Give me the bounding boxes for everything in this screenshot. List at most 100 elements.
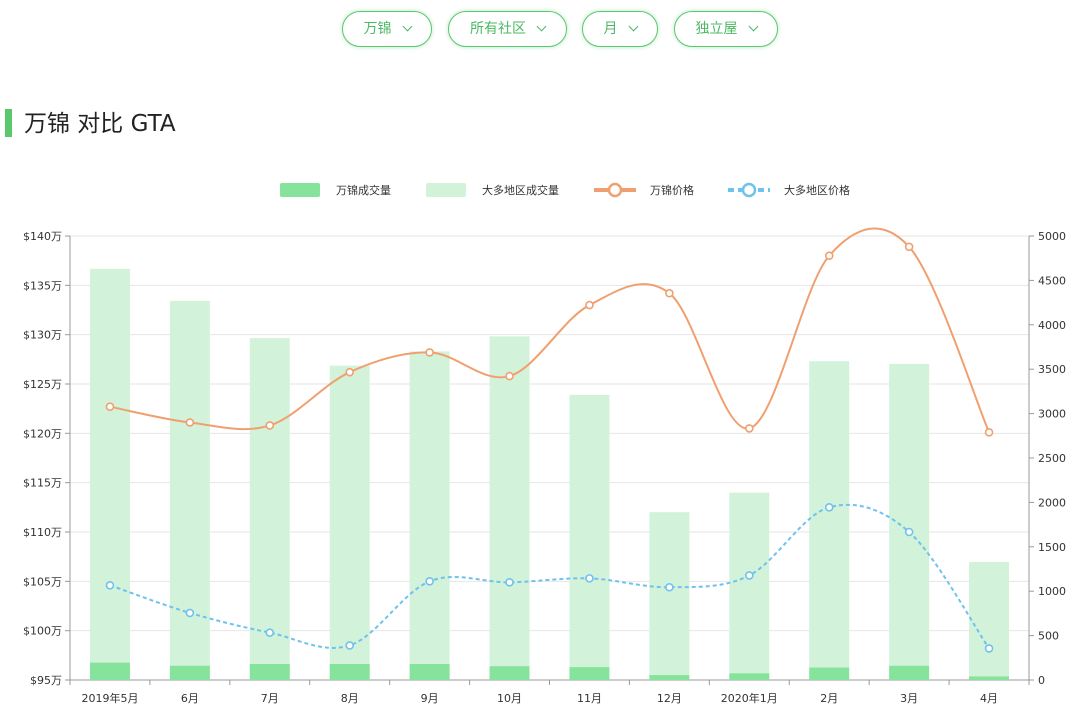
local-price-point bbox=[105, 402, 115, 411]
bar-gta-volume bbox=[489, 336, 530, 680]
legend-local-volume-label: 万锦成交量 bbox=[336, 183, 391, 197]
chevron-down-icon bbox=[628, 21, 638, 32]
bar-local-volume bbox=[329, 664, 370, 680]
city-select[interactable]: 万锦 bbox=[342, 11, 432, 47]
y-right-tick-label: 5000 bbox=[1038, 230, 1066, 243]
y-right-tick-label: 2000 bbox=[1038, 496, 1066, 509]
local-price-point bbox=[345, 367, 355, 377]
y-left-tick-label: $115万 bbox=[23, 477, 62, 490]
y-right-tick-label: 500 bbox=[1038, 630, 1059, 643]
legend-gta-volume-swatch bbox=[426, 183, 466, 197]
bar-local-volume bbox=[729, 673, 770, 680]
x-tick-label: 3月 bbox=[900, 692, 918, 705]
x-tick-label: 9月 bbox=[421, 692, 439, 705]
y-left-tick-label: $140万 bbox=[23, 230, 62, 243]
community-select[interactable]: 所有社区 bbox=[448, 11, 567, 47]
gta-price-point bbox=[585, 574, 594, 583]
gta-price-point bbox=[665, 582, 674, 592]
y-right-tick-label: 3500 bbox=[1038, 363, 1066, 376]
gta-price-line bbox=[109, 503, 990, 649]
property-type-select-label: 独立屋 bbox=[695, 21, 738, 37]
gta-price-point bbox=[505, 578, 514, 587]
chevron-down-icon bbox=[748, 21, 758, 32]
local-price-point bbox=[425, 348, 434, 357]
local-price-point bbox=[585, 300, 594, 310]
bar-gta-volume bbox=[329, 365, 370, 680]
bar-local-volume bbox=[169, 665, 210, 680]
bar-gta-volume bbox=[729, 492, 770, 680]
local-price-point bbox=[744, 424, 754, 433]
y-right-tick-label: 2500 bbox=[1038, 452, 1066, 465]
y-left-tick-label: $100万 bbox=[23, 625, 62, 638]
legend-local-volume-swatch bbox=[280, 183, 320, 197]
y-left-tick-label: $130万 bbox=[23, 329, 62, 342]
bar-gta-volume bbox=[169, 300, 210, 680]
bar-gta-volume bbox=[89, 268, 130, 680]
bar-gta-volume bbox=[809, 361, 850, 680]
y-left-tick-label: $125万 bbox=[23, 378, 62, 391]
y-left-tick-label: $105万 bbox=[23, 575, 62, 588]
gta-price-point bbox=[984, 644, 994, 653]
bar-gta-volume bbox=[969, 561, 1010, 680]
bar-gta-volume bbox=[889, 363, 930, 680]
period-select-label: 月 bbox=[603, 21, 618, 37]
period-select[interactable]: 月 bbox=[582, 11, 658, 47]
bar-gta-volume bbox=[409, 351, 450, 680]
x-tick-label: 2020年1月 bbox=[721, 691, 778, 705]
local-price-point bbox=[904, 242, 914, 252]
city-select-label: 万锦 bbox=[363, 21, 392, 37]
bar-gta-volume bbox=[649, 512, 690, 680]
bar-local-volume bbox=[569, 667, 610, 680]
gta-price-point bbox=[185, 608, 195, 618]
filter-bar: 万锦 所有社区 月 独立屋 bbox=[0, 11, 1083, 49]
y-left-tick-label: $95万 bbox=[30, 674, 62, 687]
chevron-down-icon bbox=[402, 21, 412, 32]
community-select-label: 所有社区 bbox=[470, 21, 526, 37]
local-price-line bbox=[109, 227, 990, 433]
legend-gta-price-label: 大多地区价格 bbox=[784, 183, 850, 197]
local-price-point bbox=[265, 421, 275, 430]
section-title: 万锦 对比 GTA bbox=[24, 111, 176, 137]
y-right-tick-label: 1500 bbox=[1038, 541, 1066, 554]
y-right-tick-label: 4500 bbox=[1038, 274, 1066, 287]
x-tick-label: 11月 bbox=[577, 692, 602, 705]
comparison-chart: $95万 $100万 $105万 $110万 $115万 $120万 $125万 $130万 $… bbox=[23, 182, 1066, 705]
bar-gta-volume bbox=[569, 394, 610, 680]
bar-local-volume bbox=[969, 676, 1010, 680]
x-tick-label: 4月 bbox=[980, 692, 998, 705]
x-tick-label: 2月 bbox=[820, 692, 838, 705]
legend-gta-price-marker bbox=[741, 182, 757, 198]
x-tick-label: 6月 bbox=[181, 692, 199, 705]
bar-local-volume bbox=[489, 666, 530, 680]
local-price-point bbox=[824, 251, 834, 261]
bar-local-volume bbox=[249, 664, 290, 680]
legend-local-price-marker bbox=[607, 182, 623, 198]
gta-price-point bbox=[425, 577, 434, 586]
y-left-tick-label: $110万 bbox=[23, 526, 62, 539]
property-type-select[interactable]: 独立屋 bbox=[674, 11, 778, 47]
y-right-tick-label: 3000 bbox=[1038, 408, 1066, 421]
bar-local-volume bbox=[409, 664, 450, 680]
legend-gta-volume-label: 大多地区成交量 bbox=[482, 183, 559, 197]
gta-price-point bbox=[265, 628, 275, 637]
bar-local-volume bbox=[649, 675, 690, 680]
local-price-point bbox=[984, 428, 994, 437]
y-right-tick-label: 0 bbox=[1038, 674, 1045, 687]
local-price-point bbox=[185, 418, 195, 427]
x-tick-label: 7月 bbox=[261, 692, 279, 705]
section-title-marker bbox=[5, 109, 12, 137]
gta-price-point bbox=[824, 503, 834, 512]
y-right-tick-label: 1000 bbox=[1038, 585, 1066, 598]
x-tick-label: 8月 bbox=[341, 692, 359, 705]
gta-price-point bbox=[904, 527, 914, 537]
x-tick-label: 2019年5月 bbox=[81, 691, 138, 705]
legend-local-price-label: 万锦价格 bbox=[650, 183, 694, 197]
y-left-tick-label: $120万 bbox=[23, 427, 62, 440]
y-right-tick-label: 4000 bbox=[1038, 319, 1066, 332]
gta-price-point bbox=[105, 580, 115, 590]
x-tick-label: 10月 bbox=[497, 692, 522, 705]
local-price-point bbox=[505, 371, 514, 381]
chevron-down-icon bbox=[536, 21, 547, 32]
bar-local-volume bbox=[809, 667, 850, 680]
bar-local-volume bbox=[89, 662, 130, 680]
